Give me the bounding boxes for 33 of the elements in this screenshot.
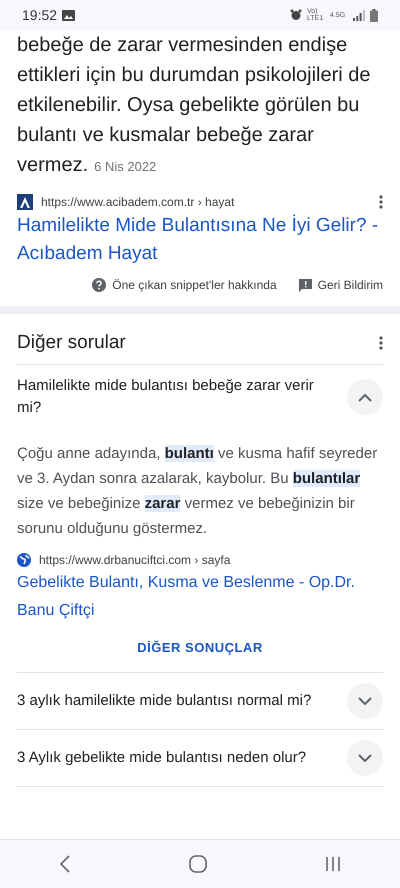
footer-link[interactable]: Geri Bildirim — [298, 278, 383, 292]
chevron-icon — [358, 696, 372, 706]
image-icon — [62, 10, 76, 20]
chevron-icon — [358, 754, 372, 762]
battery-icon — [370, 8, 378, 22]
alarm-icon — [290, 9, 302, 21]
question-text[interactable]: 3 Aylık gebelikte mide bulantısı neden olur? — [17, 747, 337, 769]
signal-icon — [353, 10, 365, 20]
home-icon — [189, 855, 207, 873]
chevron-icon — [358, 392, 372, 402]
snippet-text: bebeğe de zarar vermesinden endişe ettikleri için bu durumdan psikolojileri de etkilenebilir. Oysa gebelikte görülen bu bulantı ve kusmalar bebeğe zarar vermez. 6 Nis 2022 — [17, 33, 372, 178]
back-icon — [59, 855, 71, 873]
expand-button[interactable] — [347, 683, 383, 719]
answer-text: Çoğu anne adayında, bulantı ve kusma hafif seyreder ve 3. Aydan sonra azalarak, kaybolur. Bu bulantılar size ve bebeğinize zarar vermez ve bebeğinizin bir sorunu olduğunu göstermez. — [17, 444, 378, 539]
feedback-icon — [298, 278, 312, 292]
result-link[interactable]: Gebelikte Bulantı, Kusma ve Beslenme - Op.Dr. Banu Çiftçi — [17, 569, 383, 625]
expand-button[interactable] — [347, 379, 383, 415]
recent-apps-icon — [325, 856, 341, 872]
source-url: https://www.acibadem.com.tr › hayat — [41, 195, 236, 209]
help-icon — [92, 278, 106, 292]
question-text[interactable]: 3 aylık hamilelikte mide bulantısı normal mi? — [17, 690, 337, 712]
more-options-icon[interactable] — [379, 195, 383, 209]
more-results-button[interactable]: DİĞER SONUÇLAR — [131, 639, 269, 656]
globe-icon — [17, 553, 31, 567]
site-logo-icon — [17, 194, 33, 210]
footer-link[interactable]: Öne çıkan snippet'ler hakkında — [92, 278, 277, 292]
more-options-icon[interactable] — [379, 336, 383, 350]
expand-button[interactable] — [347, 740, 383, 776]
result-link[interactable]: Hamilelikte Mide Bulantısına Ne İyi Gelir? - Acıbadem Hayat — [17, 212, 383, 268]
question-text[interactable]: Hamilelikte mide bulantısı bebeğe zarar verir mi? — [17, 375, 337, 419]
clock-time: 19:52 — [22, 7, 58, 23]
section-title: Diğer sorular — [17, 332, 126, 354]
source-url: https://www.drbanuciftci.com › sayfa — [39, 553, 232, 567]
